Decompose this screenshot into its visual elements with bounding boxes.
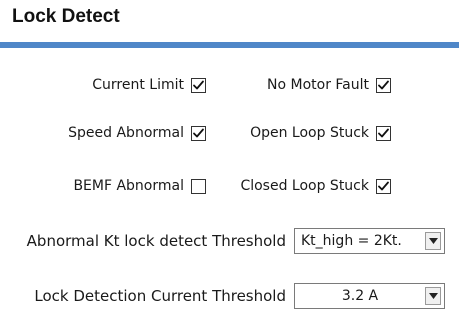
closed-loop-stuck-label: Closed Loop Stuck [240, 178, 369, 194]
current-threshold-value: 3.2 A [341, 288, 379, 304]
checkmark-icon [193, 80, 204, 89]
open-loop-stuck-option[interactable]: Open Loop Stuck [216, 122, 391, 144]
checkmark-icon [378, 181, 389, 190]
current-threshold-dropdown-button[interactable] [425, 287, 441, 305]
checkmark-icon [378, 80, 389, 89]
speed-abnormal-option[interactable]: Speed Abnormal [0, 122, 206, 144]
speed-abnormal-checkbox[interactable] [191, 125, 206, 141]
kt-threshold-row: Abnormal Kt lock detect Threshold Kt_hig… [27, 228, 445, 254]
current-threshold-label: Lock Detection Current Threshold [34, 287, 286, 305]
closed-loop-stuck-checkbox[interactable] [376, 178, 391, 194]
bemf-abnormal-checkbox[interactable] [191, 178, 206, 194]
closed-loop-stuck-option[interactable]: Closed Loop Stuck [216, 175, 391, 197]
kt-threshold-value: Kt_high = 2Kt. [301, 233, 402, 249]
bemf-abnormal-label: BEMF Abnormal [73, 178, 184, 194]
speed-abnormal-label: Speed Abnormal [68, 125, 184, 141]
current-limit-option[interactable]: Current Limit [0, 74, 206, 96]
kt-threshold-select[interactable]: Kt_high = 2Kt. [294, 228, 445, 254]
checkmark-icon [193, 128, 204, 137]
no-motor-fault-checkbox[interactable] [376, 77, 391, 93]
kt-threshold-label: Abnormal Kt lock detect Threshold [26, 232, 286, 250]
current-limit-label: Current Limit [92, 77, 184, 93]
bemf-abnormal-option[interactable]: BEMF Abnormal [0, 175, 206, 197]
section-title: Lock Detect [12, 6, 120, 27]
kt-threshold-dropdown-button[interactable] [425, 232, 441, 250]
current-limit-checkbox[interactable] [191, 77, 206, 93]
current-threshold-select[interactable]: 3.2 A [294, 283, 445, 309]
no-motor-fault-option[interactable]: No Motor Fault [216, 74, 391, 96]
chevron-down-icon [428, 293, 438, 299]
open-loop-stuck-checkbox[interactable] [376, 125, 391, 141]
chevron-down-icon [428, 238, 438, 244]
current-threshold-row: Lock Detection Current Threshold 3.2 A [34, 283, 445, 309]
no-motor-fault-label: No Motor Fault [267, 77, 369, 93]
checkmark-icon [378, 128, 389, 137]
open-loop-stuck-label: Open Loop Stuck [250, 125, 369, 141]
section-title-rule [0, 42, 459, 48]
